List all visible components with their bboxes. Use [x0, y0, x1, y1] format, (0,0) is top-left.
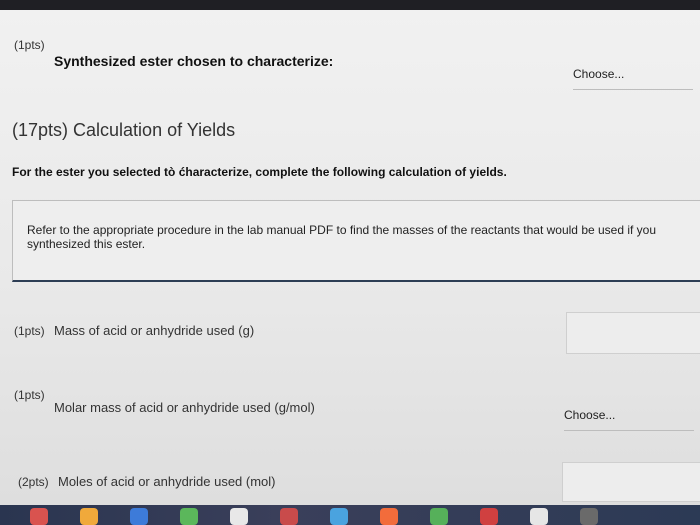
dock-app-icon-6[interactable]	[280, 508, 298, 525]
q3-label: Molar mass of acid or anhydride used (g/…	[54, 400, 315, 415]
dock-app-icon-2[interactable]	[80, 508, 98, 525]
quiz-page: (1pts) Synthesized ester chosen to chara…	[0, 10, 700, 505]
q1-label: Synthesized ester chosen to characterize…	[54, 53, 334, 69]
dock-app-icon-5[interactable]	[230, 508, 248, 525]
info-text: Refer to the appropriate procedure in th…	[27, 223, 657, 251]
q4-label: Moles of acid or anhydride used (mol)	[58, 474, 276, 489]
dock-app-icon-1[interactable]	[30, 508, 48, 525]
dock-app-icon-12[interactable]	[580, 508, 598, 525]
dock-app-icon-8[interactable]	[380, 508, 398, 525]
info-box: Refer to the appropriate procedure in th…	[12, 200, 700, 282]
section-heading: (17pts) Calculation of Yields	[12, 120, 236, 140]
dock-app-icon-3[interactable]	[130, 508, 148, 525]
dock-app-icon-10[interactable]	[480, 508, 498, 525]
q2-points: (1pts)	[14, 324, 45, 338]
dock-app-icon-9[interactable]	[430, 508, 448, 525]
q4-points: (2pts)	[18, 475, 49, 489]
screen-bezel	[0, 0, 700, 10]
molar-mass-select[interactable]: Choose...	[564, 408, 694, 431]
dock-app-icon-4[interactable]	[180, 508, 198, 525]
q2-label: Mass of acid or anhydride used (g)	[54, 323, 255, 338]
ester-select-value: Choose...	[573, 67, 625, 81]
dock-app-icon-7[interactable]	[330, 508, 348, 525]
dock-app-icon-11[interactable]	[530, 508, 548, 525]
molar-mass-select-value: Choose...	[564, 408, 616, 422]
q3-points: (1pts)	[14, 388, 45, 402]
q1-points: (1pts)	[14, 38, 45, 52]
section-instructions: For the ester you selected tò ćharacteri…	[12, 165, 507, 179]
ester-select[interactable]: Choose...	[573, 67, 693, 90]
moles-acid-input[interactable]	[562, 462, 700, 502]
mass-acid-input[interactable]	[566, 312, 700, 354]
